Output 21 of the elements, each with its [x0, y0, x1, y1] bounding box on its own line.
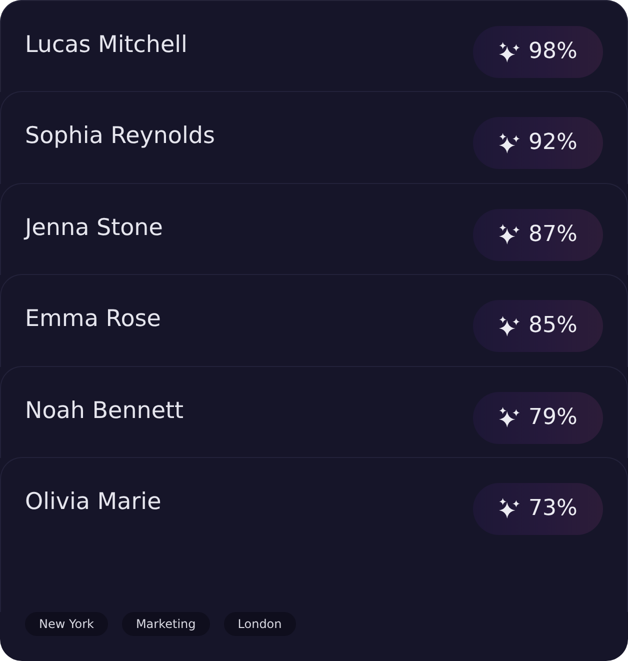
match-score: 92% — [528, 130, 578, 156]
tag-chip: New York — [25, 612, 108, 636]
match-score: 85% — [528, 313, 578, 340]
candidate-name: Olivia Marie — [25, 488, 162, 516]
tag-chip: London — [224, 612, 296, 636]
candidate-name: Emma Rose — [25, 305, 161, 334]
match-score: 73% — [528, 496, 578, 522]
sparkle-icon — [498, 498, 520, 520]
sparkle-icon — [498, 316, 520, 337]
candidate-name: Jenna Stone — [25, 214, 163, 242]
sparkle-icon — [498, 132, 520, 154]
candidate-name: Lucas Mitchell — [25, 31, 188, 59]
tag-chip: Marketing — [122, 612, 210, 636]
sparkle-icon — [498, 407, 520, 428]
match-score: 79% — [528, 404, 578, 431]
sparkle-icon — [498, 42, 520, 62]
sparkle-icon — [498, 224, 520, 246]
match-score: 98% — [528, 39, 578, 65]
candidate-name: Noah Bennett — [25, 396, 184, 425]
candidate-name: Sophia Reynolds — [25, 122, 215, 150]
match-score: 87% — [528, 222, 578, 248]
